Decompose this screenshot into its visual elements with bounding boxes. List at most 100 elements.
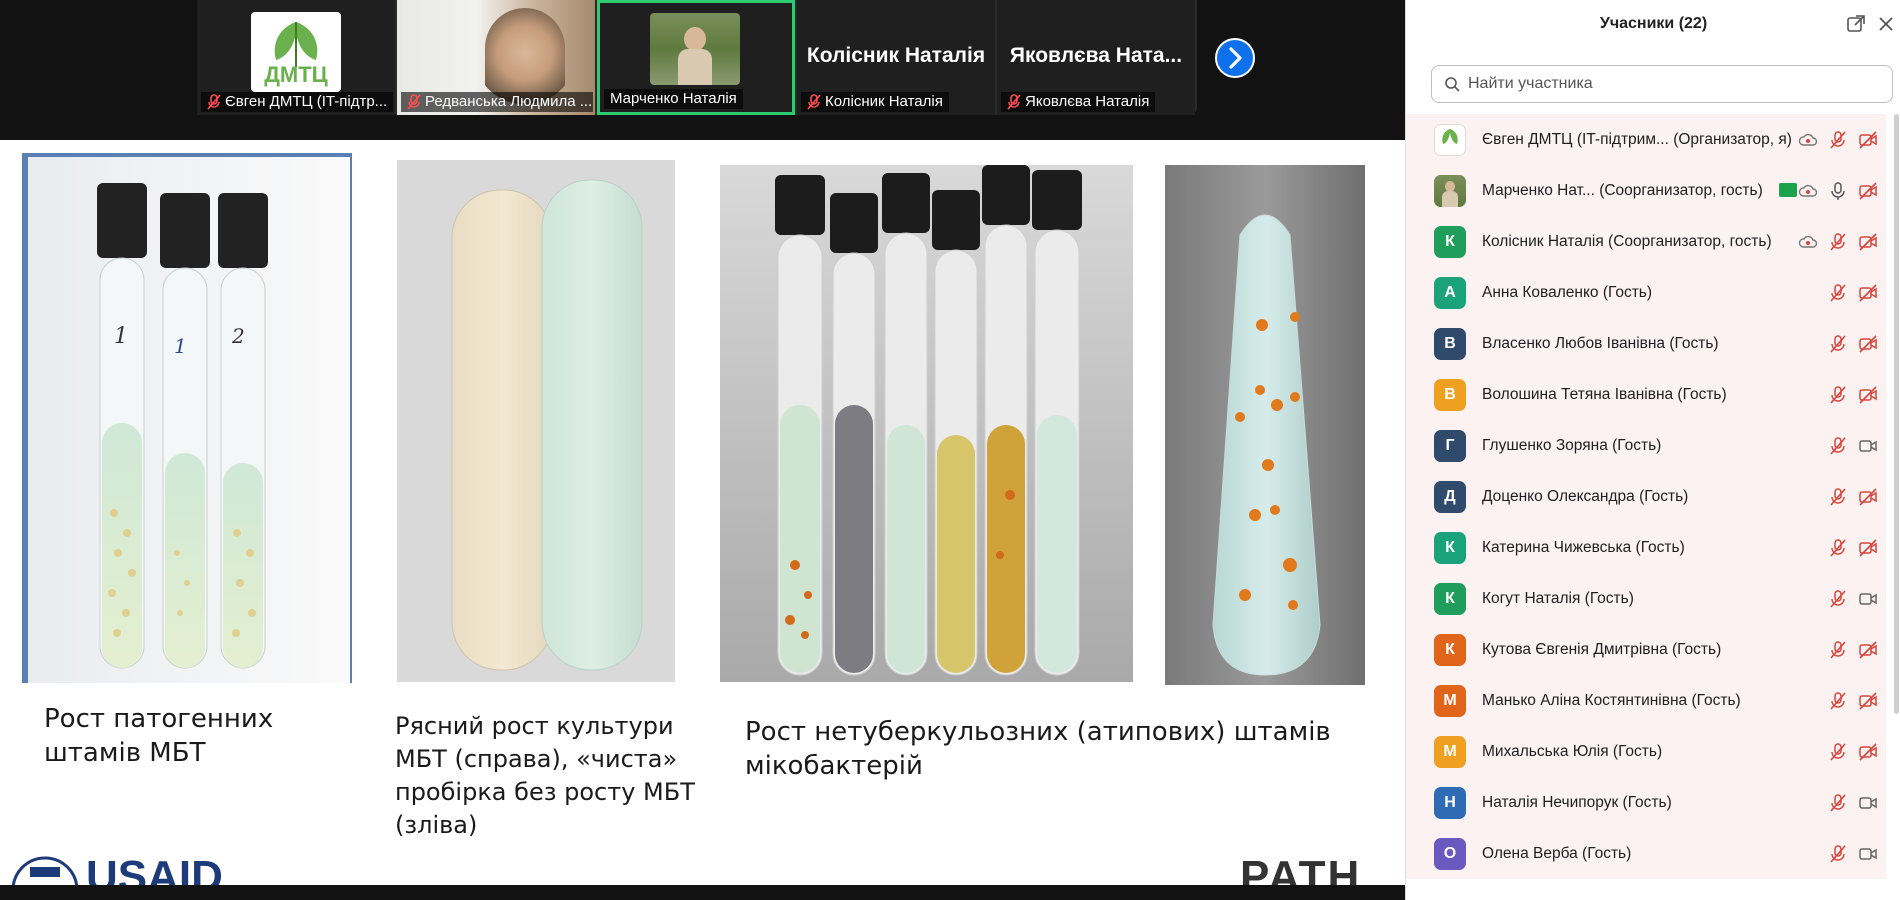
video-off-icon[interactable] — [1858, 385, 1878, 405]
tile-name-label: Яковлєва Наталія — [1001, 92, 1156, 112]
avatar: М — [1434, 684, 1466, 717]
panel-header: Учасники (22) — [1406, 0, 1900, 50]
participant-row[interactable]: Г Глушенко Зоряна (Гость) — [1406, 420, 1886, 471]
participant-row[interactable]: Марченко Нат... (Соорганизатор, гость) — [1406, 165, 1886, 216]
mic-icon[interactable] — [1828, 181, 1848, 201]
participant-row[interactable]: К Кутова Євгенія Дмитрівна (Гость) — [1406, 624, 1886, 675]
avatar: К — [1434, 531, 1466, 564]
camera-feed — [650, 13, 740, 85]
video-off-icon[interactable] — [1858, 334, 1878, 354]
mic-off-icon[interactable] — [1828, 793, 1848, 813]
mic-off-icon[interactable] — [1828, 436, 1848, 456]
tile-name-label: Редванська Людмила ... — [401, 92, 593, 112]
participant-row[interactable]: О Олена Верба (Гость) — [1406, 828, 1886, 879]
avatar: О — [1434, 837, 1466, 870]
caption-abundant: Рясний рост культури МБТ (справа), «чист… — [395, 710, 695, 842]
mic-off-icon — [1007, 94, 1021, 110]
participant-row[interactable]: К Катерина Чижевська (Гость) — [1406, 522, 1886, 573]
avatar: К — [1434, 633, 1466, 666]
mic-off-icon[interactable] — [1828, 232, 1848, 252]
avatar: В — [1434, 327, 1466, 360]
participant-name: Олена Верба (Гость) — [1482, 844, 1632, 862]
mic-off-icon[interactable] — [1828, 691, 1848, 711]
avatar: Г — [1434, 429, 1466, 462]
mic-off-icon[interactable] — [1828, 640, 1848, 660]
mic-off-icon[interactable] — [1828, 844, 1848, 864]
participant-name: Євген ДМТЦ (IT-підтрим... (Организатор, … — [1482, 130, 1792, 148]
participants-list: Євген ДМТЦ (IT-підтрим... (Организатор, … — [1406, 114, 1900, 900]
video-tile-yakovleva[interactable]: Яковлєва Ната... Яковлєва Наталія — [997, 0, 1195, 115]
list-scrollbar[interactable] — [1894, 114, 1899, 714]
participant-name: Когут Наталія (Гость) — [1482, 589, 1634, 607]
mic-off-icon[interactable] — [1828, 742, 1848, 762]
caption-line: МБТ (справа), «чиста» — [395, 745, 678, 773]
mic-off-icon[interactable] — [1828, 385, 1848, 405]
photo-atypical-strains — [720, 165, 1133, 682]
cloud-record-icon — [1798, 181, 1818, 201]
tile-name: Євген ДМТЦ (IT-підтр... — [225, 93, 388, 110]
tile-name-label: Євген ДМТЦ (IT-підтр... — [201, 92, 393, 112]
photo-pathogenic-strains: 1 1 2 — [22, 153, 352, 683]
participant-name: Марченко Нат... (Соорганизатор, гость) — [1482, 181, 1763, 199]
participant-row[interactable]: В Волошина Тетяна Іванівна (Гость) — [1406, 369, 1886, 420]
next-page-button[interactable] — [1215, 38, 1255, 78]
video-icon[interactable] — [1858, 436, 1878, 456]
participant-row[interactable]: К Когут Наталія (Гость) — [1406, 573, 1886, 624]
video-off-icon[interactable] — [1858, 181, 1878, 201]
participant-row[interactable]: К Колісник Наталія (Соорганизатор, гость) — [1406, 216, 1886, 267]
participant-row[interactable]: Н Наталія Нечипорук (Гость) — [1406, 777, 1886, 828]
video-icon[interactable] — [1858, 844, 1878, 864]
panel-title: Учасники (22) — [1599, 15, 1708, 32]
photo-abundant-growth — [397, 160, 675, 682]
video-off-icon[interactable] — [1858, 538, 1878, 558]
participant-name: Михальська Юлія (Гость) — [1482, 742, 1663, 760]
mic-off-icon[interactable] — [1828, 538, 1848, 558]
search-input[interactable] — [1468, 75, 1868, 93]
video-icon[interactable] — [1858, 589, 1878, 609]
participant-row[interactable]: М Манько Аліна Костянтинівна (Гость) — [1406, 675, 1886, 726]
avatar: А — [1434, 276, 1466, 309]
video-off-icon[interactable] — [1858, 487, 1878, 507]
video-icon[interactable] — [1858, 793, 1878, 813]
mic-off-icon[interactable] — [1828, 589, 1848, 609]
video-off-icon[interactable] — [1858, 232, 1878, 252]
participant-row[interactable]: М Михальська Юлія (Гость) — [1406, 726, 1886, 777]
participant-name: Кутова Євгенія Дмитрівна (Гость) — [1482, 640, 1722, 658]
video-off-icon[interactable] — [1858, 742, 1878, 762]
participant-row[interactable]: Д Доценко Олександра (Гость) — [1406, 471, 1886, 522]
video-off-icon[interactable] — [1858, 691, 1878, 711]
video-off-icon[interactable] — [1858, 130, 1878, 150]
svg-text:2: 2 — [231, 324, 245, 348]
mic-off-icon[interactable] — [1828, 487, 1848, 507]
caption-line: Рост патогенних — [44, 704, 274, 734]
participant-search[interactable] — [1431, 65, 1893, 103]
share-badge-icon — [1779, 183, 1797, 197]
participant-row[interactable]: А Анна Коваленко (Гость) — [1406, 267, 1886, 318]
video-off-icon[interactable] — [1858, 283, 1878, 303]
pop-out-icon[interactable] — [1846, 14, 1866, 34]
video-off-icon[interactable] — [1858, 640, 1878, 660]
svg-text:1: 1 — [114, 324, 128, 349]
mic-off-icon — [807, 94, 821, 110]
video-tile-yevhen[interactable]: ДМТЦ Євген ДМТЦ (IT-підтр... — [197, 0, 395, 115]
mic-off-icon[interactable] — [1828, 334, 1848, 354]
mic-off-icon[interactable] — [1828, 130, 1848, 150]
caption-atypical: Рост нетуберкульозних (атипових) штамів … — [745, 715, 1331, 783]
dmtc-logo-text: ДМТЦ — [264, 62, 328, 87]
participant-name: Волошина Тетяна Іванівна (Гость) — [1482, 385, 1727, 403]
avatar: В — [1434, 378, 1466, 411]
participant-name: Анна Коваленко (Гость) — [1482, 283, 1653, 301]
participant-row[interactable]: В Власенко Любов Іванівна (Гость) — [1406, 318, 1886, 369]
mic-off-icon[interactable] — [1828, 283, 1848, 303]
avatar: М — [1434, 735, 1466, 768]
video-tile-kolisnyk[interactable]: Колісник Наталія Колісник Наталія — [797, 0, 995, 115]
avatar: К — [1434, 582, 1466, 615]
caption-line: штамів МБТ — [44, 738, 206, 768]
participant-row[interactable]: Євген ДМТЦ (IT-підтрим... (Организатор, … — [1406, 114, 1886, 165]
video-tile-redvanska[interactable]: Редванська Людмила ... — [397, 0, 595, 115]
tile-name: Колісник Наталія — [825, 93, 943, 110]
participant-name: Доценко Олександра (Гость) — [1482, 487, 1689, 505]
video-tile-marchenko[interactable]: Марченко Наталія — [597, 0, 795, 115]
tile-name: Яковлєва Наталія — [1025, 93, 1150, 110]
close-icon[interactable] — [1876, 14, 1896, 34]
